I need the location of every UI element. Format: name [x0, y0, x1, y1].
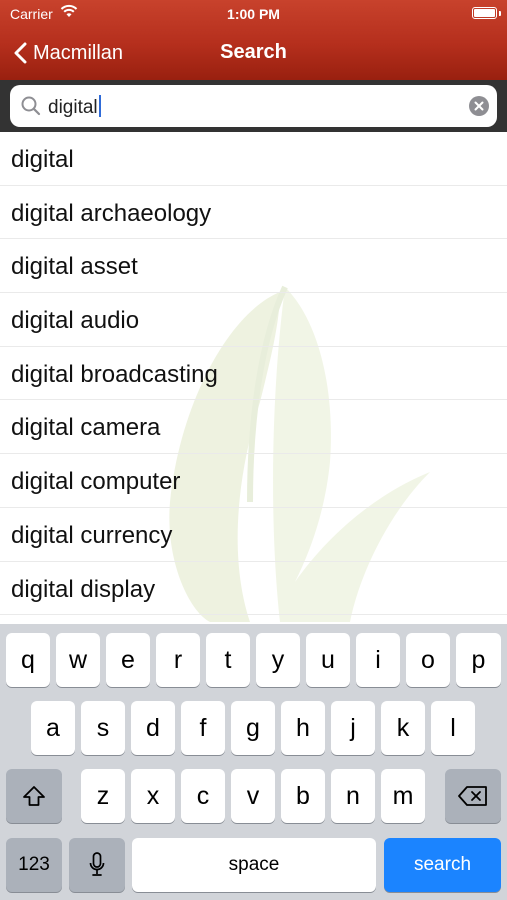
key-w[interactable]: w: [56, 633, 100, 687]
key-n[interactable]: n: [331, 769, 375, 823]
search-key[interactable]: search: [384, 838, 501, 892]
key-l[interactable]: l: [431, 701, 475, 755]
key-x[interactable]: x: [131, 769, 175, 823]
list-item[interactable]: digital archaeology: [0, 186, 507, 240]
key-m[interactable]: m: [381, 769, 425, 823]
key-q[interactable]: q: [6, 633, 50, 687]
shift-key[interactable]: [6, 769, 62, 823]
backspace-icon: [458, 786, 487, 806]
list-item[interactable]: digital audio: [0, 293, 507, 347]
search-input[interactable]: digital: [10, 85, 497, 127]
key-d[interactable]: d: [131, 701, 175, 755]
key-i[interactable]: i: [356, 633, 400, 687]
numbers-key[interactable]: 123: [6, 838, 62, 892]
text-caret: [98, 95, 101, 117]
results-list: digital digital archaeology digital asse…: [0, 132, 507, 624]
list-item[interactable]: digital computer: [0, 454, 507, 508]
key-a[interactable]: a: [31, 701, 75, 755]
keyboard: q w e r t y u i o p a s d f g h j k l z …: [0, 624, 507, 900]
key-t[interactable]: t: [206, 633, 250, 687]
navigation-bar: Carrier 1:00 PM Macmillan Search: [0, 0, 507, 80]
delete-key[interactable]: [445, 769, 501, 823]
list-item[interactable]: digital asset: [0, 239, 507, 294]
key-z[interactable]: z: [81, 769, 125, 823]
list-item[interactable]: digital broadcasting: [0, 347, 507, 401]
list-item[interactable]: digital display: [0, 562, 507, 616]
key-k[interactable]: k: [381, 701, 425, 755]
key-v[interactable]: v: [231, 769, 275, 823]
page-title: Search: [220, 41, 287, 63]
battery-icon: [472, 7, 497, 19]
list-item[interactable]: digital camera: [0, 400, 507, 455]
battery-tip: [499, 11, 501, 16]
dictation-key[interactable]: [69, 838, 125, 892]
search-value: digital: [48, 97, 98, 118]
key-c[interactable]: c: [181, 769, 225, 823]
space-key[interactable]: space: [132, 838, 376, 892]
key-u[interactable]: u: [306, 633, 350, 687]
key-j[interactable]: j: [331, 701, 375, 755]
search-input-text: digital: [48, 95, 101, 119]
list-item[interactable]: digital: [0, 132, 507, 186]
clear-icon[interactable]: [469, 96, 489, 116]
key-g[interactable]: g: [231, 701, 275, 755]
key-b[interactable]: b: [281, 769, 325, 823]
search-bar: digital: [0, 80, 507, 132]
key-p[interactable]: p: [456, 633, 501, 687]
search-icon: [21, 96, 41, 116]
key-e[interactable]: e: [106, 633, 150, 687]
shift-icon: [23, 786, 45, 806]
key-o[interactable]: o: [406, 633, 450, 687]
key-y[interactable]: y: [256, 633, 300, 687]
list-item[interactable]: digital currency: [0, 508, 507, 562]
key-s[interactable]: s: [81, 701, 125, 755]
status-time: 1:00 PM: [227, 6, 280, 22]
microphone-icon: [89, 852, 105, 876]
key-f[interactable]: f: [181, 701, 225, 755]
key-r[interactable]: r: [156, 633, 200, 687]
key-h[interactable]: h: [281, 701, 325, 755]
